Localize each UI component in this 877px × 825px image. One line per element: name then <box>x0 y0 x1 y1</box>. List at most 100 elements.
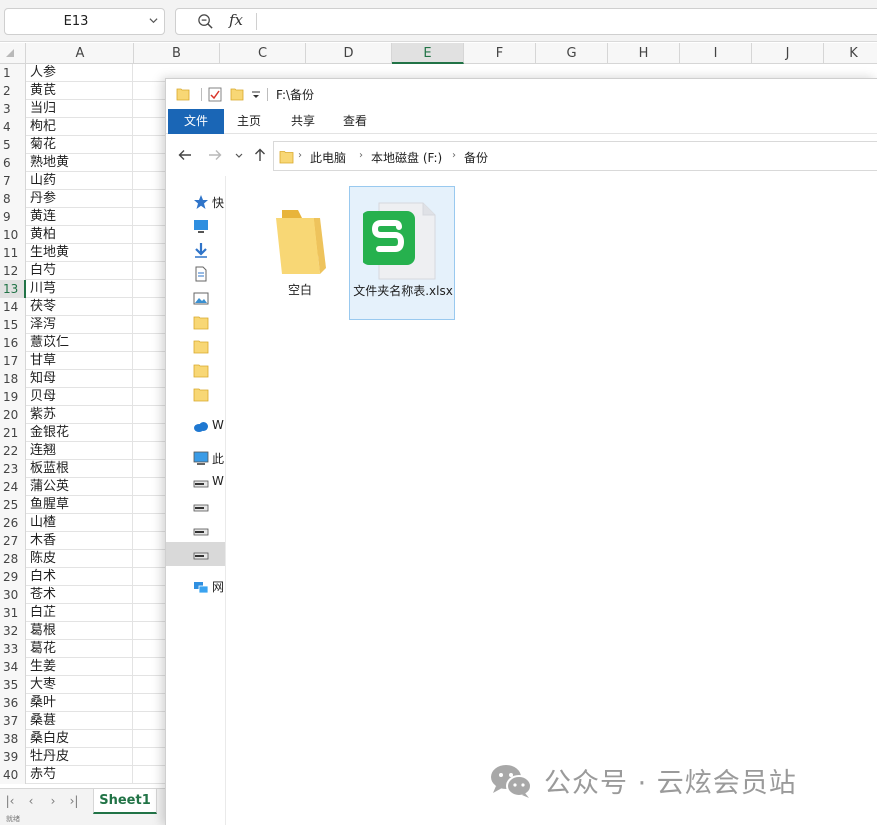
row-header[interactable]: 20 <box>0 406 26 424</box>
row-header[interactable]: 30 <box>0 586 26 604</box>
customize-dropdown-icon[interactable] <box>251 90 261 100</box>
address-bar[interactable]: › 此电脑 › 本地磁盘 (F:) › 备份 <box>273 141 877 171</box>
cell[interactable]: 泽泻 <box>27 316 133 334</box>
cell[interactable]: 人参 <box>27 64 133 82</box>
cell[interactable] <box>133 226 165 244</box>
cell[interactable] <box>133 514 165 532</box>
cell[interactable] <box>133 532 165 550</box>
cell[interactable] <box>133 370 165 388</box>
cell[interactable]: 黄芪 <box>27 82 133 100</box>
last-sheet-icon[interactable]: ›| <box>68 795 80 807</box>
cell[interactable] <box>133 640 165 658</box>
cell[interactable] <box>133 208 165 226</box>
file-item-xlsx[interactable]: 文件夹名称表.xlsx <box>349 186 455 320</box>
column-header[interactable]: J <box>752 43 824 64</box>
cell[interactable] <box>133 694 165 712</box>
row-header[interactable]: 29 <box>0 568 26 586</box>
nav-item[interactable] <box>166 518 225 542</box>
cell[interactable]: 桑白皮 <box>27 730 133 748</box>
cell[interactable] <box>133 136 165 154</box>
row-header[interactable]: 36 <box>0 694 26 712</box>
column-header[interactable]: K <box>824 43 877 64</box>
row-header[interactable]: 14 <box>0 298 26 316</box>
cell[interactable]: 陈皮 <box>27 550 133 568</box>
row-header[interactable]: 6 <box>0 154 26 172</box>
cell[interactable]: 黄连 <box>27 208 133 226</box>
row-header[interactable]: 23 <box>0 460 26 478</box>
breadcrumb-separator-icon[interactable]: › <box>298 150 302 161</box>
tab-home[interactable]: 主页 <box>228 109 270 134</box>
column-header[interactable]: H <box>608 43 680 64</box>
cell[interactable]: 丹参 <box>27 190 133 208</box>
cell[interactable]: 桑葚 <box>27 712 133 730</box>
column-header[interactable]: G <box>536 43 608 64</box>
row-header[interactable]: 10 <box>0 226 26 244</box>
cell[interactable]: 生姜 <box>27 658 133 676</box>
nav-item[interactable]: 网 <box>166 574 225 598</box>
cell[interactable]: 当归 <box>27 100 133 118</box>
nav-item[interactable] <box>166 334 225 358</box>
nav-item[interactable]: W <box>166 414 225 438</box>
forward-arrow-icon[interactable] <box>208 148 222 162</box>
nav-item[interactable] <box>166 286 225 310</box>
breadcrumb-local-disk[interactable]: 本地磁盘 (F:) <box>371 149 442 166</box>
cell[interactable] <box>133 352 165 370</box>
first-sheet-icon[interactable]: |‹ <box>4 795 16 807</box>
row-header[interactable]: 15 <box>0 316 26 334</box>
cell[interactable] <box>133 82 165 100</box>
tab-share[interactable]: 共享 <box>282 109 324 134</box>
cell[interactable]: 桑叶 <box>27 694 133 712</box>
row-header[interactable]: 26 <box>0 514 26 532</box>
nav-item[interactable]: 此 <box>166 446 225 470</box>
cell[interactable]: 葛花 <box>27 640 133 658</box>
cell[interactable] <box>133 388 165 406</box>
nav-item[interactable] <box>166 262 225 286</box>
cell[interactable] <box>133 244 165 262</box>
cell[interactable] <box>133 568 165 586</box>
nav-item[interactable] <box>166 494 225 518</box>
cell[interactable]: 大枣 <box>27 676 133 694</box>
column-header[interactable]: F <box>464 43 536 64</box>
nav-item[interactable] <box>166 382 225 406</box>
cell[interactable]: 蒲公英 <box>27 478 133 496</box>
cell[interactable] <box>133 298 165 316</box>
row-header[interactable]: 3 <box>0 100 26 118</box>
row-header[interactable]: 8 <box>0 190 26 208</box>
properties-check-icon[interactable] <box>208 86 222 102</box>
nav-item[interactable] <box>166 238 225 262</box>
cell[interactable]: 金银花 <box>27 424 133 442</box>
back-arrow-icon[interactable] <box>178 148 192 162</box>
row-header[interactable]: 21 <box>0 424 26 442</box>
cell[interactable]: 鱼腥草 <box>27 496 133 514</box>
cell[interactable] <box>133 154 165 172</box>
row-header[interactable]: 28 <box>0 550 26 568</box>
nav-item[interactable]: W <box>166 470 225 494</box>
cell[interactable]: 山楂 <box>27 514 133 532</box>
cell[interactable] <box>133 442 165 460</box>
cell[interactable] <box>133 748 165 766</box>
cell[interactable]: 山药 <box>27 172 133 190</box>
nav-item[interactable] <box>166 310 225 334</box>
row-header[interactable]: 39 <box>0 748 26 766</box>
recent-locations-icon[interactable] <box>234 148 244 162</box>
cell[interactable] <box>133 676 165 694</box>
cell-grid[interactable]: 1 人参 2 黄芪 3 当归 4 枸杞 5 菊花 6 熟地黄 7 山药 8 丹参 9 黄连 10 黄柏 11 生地黄 12 白… <box>0 64 165 788</box>
row-header[interactable]: 12 <box>0 262 26 280</box>
select-all-corner[interactable] <box>0 43 26 64</box>
formula-input[interactable] <box>175 8 877 35</box>
fx-icon[interactable]: fx <box>229 11 243 29</box>
column-header[interactable]: A <box>27 43 134 64</box>
breadcrumb-backup[interactable]: 备份 <box>464 149 488 166</box>
cell[interactable] <box>133 64 165 82</box>
cell[interactable] <box>133 334 165 352</box>
cell[interactable]: 贝母 <box>27 388 133 406</box>
cell[interactable]: 知母 <box>27 370 133 388</box>
cell[interactable] <box>133 550 165 568</box>
nav-item[interactable]: 快 <box>166 190 225 214</box>
cell[interactable]: 白芷 <box>27 604 133 622</box>
cell[interactable] <box>133 622 165 640</box>
cell[interactable] <box>133 586 165 604</box>
cell[interactable]: 板蓝根 <box>27 460 133 478</box>
row-header[interactable]: 35 <box>0 676 26 694</box>
cell[interactable]: 木香 <box>27 532 133 550</box>
